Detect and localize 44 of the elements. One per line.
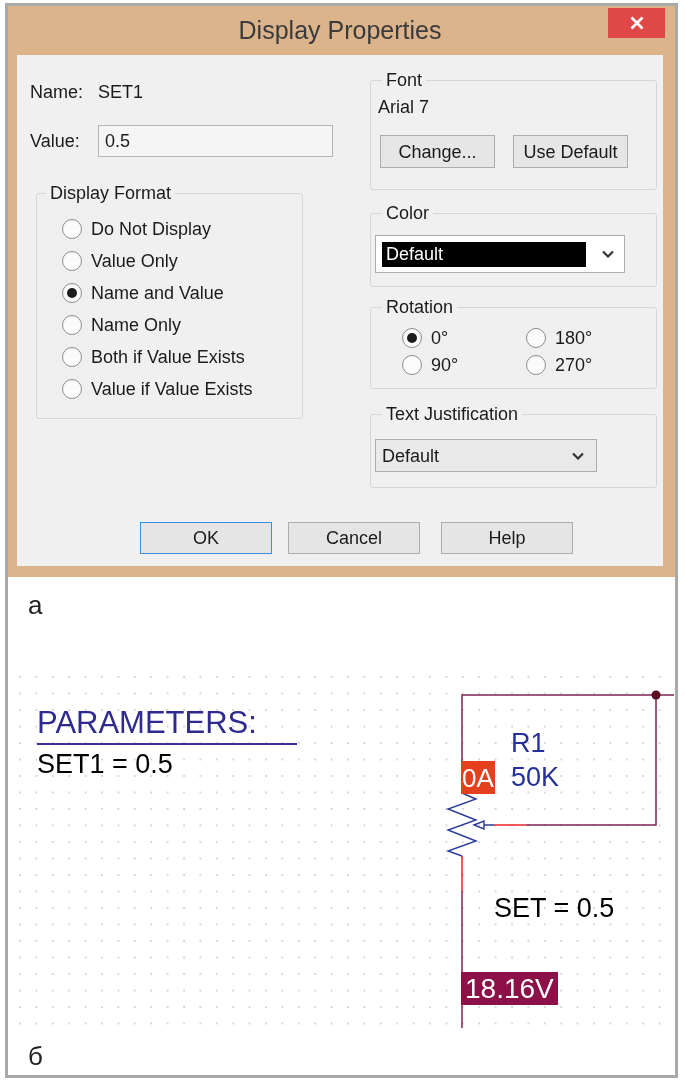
component-name: R1: [511, 730, 546, 757]
radio-option[interactable]: 180°: [526, 326, 593, 349]
junction-dot: [651, 690, 661, 700]
radio-option[interactable]: Do Not Display: [62, 218, 212, 240]
field-label: Value:: [30, 130, 81, 152]
justification-dropdown[interactable]: Default: [375, 439, 597, 472]
radio-option[interactable]: 270°: [526, 353, 593, 376]
use-default-button[interactable]: Use Default: [513, 135, 628, 168]
radio-option[interactable]: Both if Value Exists: [62, 346, 245, 368]
parameter-line: SET1 = 0.5: [37, 751, 173, 778]
radio-option[interactable]: Name Only: [62, 314, 182, 336]
group-label: Color: [385, 202, 430, 224]
potentiometer-symbol: [445, 792, 495, 857]
ok-button[interactable]: OK: [140, 522, 272, 554]
component-value: 50K: [511, 764, 560, 791]
group-label: Text Justification: [385, 403, 520, 425]
radio-option[interactable]: 90°: [402, 353, 459, 376]
figure-caption: а: [28, 592, 43, 618]
change-button[interactable]: Change...: [380, 135, 495, 168]
chevron-down-icon: [602, 250, 614, 258]
close-button[interactable]: [608, 8, 665, 38]
current-probe-label: 0A: [461, 761, 495, 794]
window-title: Display Properties: [238, 18, 442, 43]
group-label: Font: [385, 69, 424, 91]
radio-option[interactable]: Value Only: [62, 250, 178, 272]
close-icon: [629, 16, 644, 30]
parameters-title: PARAMETERS:: [37, 707, 257, 738]
name-value: SET1: [98, 81, 144, 103]
field-label: Name:: [30, 81, 84, 103]
radio-option[interactable]: 0°: [402, 326, 449, 349]
radio-option[interactable]: Value if Value Exists: [62, 378, 253, 400]
group-label: Rotation: [385, 296, 455, 318]
radio-option[interactable]: Name and Value: [62, 282, 224, 304]
help-button[interactable]: Help: [441, 522, 573, 554]
cancel-button[interactable]: Cancel: [288, 522, 420, 554]
font-name: Arial 7: [378, 96, 430, 118]
component-property: SET = 0.5: [494, 895, 615, 922]
figure-caption: б: [28, 1043, 43, 1069]
color-dropdown[interactable]: Default: [375, 235, 625, 273]
group-label: Display Format: [49, 182, 173, 204]
value-field[interactable]: 0.5: [98, 125, 333, 157]
color-value: Default: [382, 241, 586, 267]
chevron-down-icon: [572, 451, 584, 460]
voltage-probe-label: 18.16V: [461, 972, 558, 1005]
